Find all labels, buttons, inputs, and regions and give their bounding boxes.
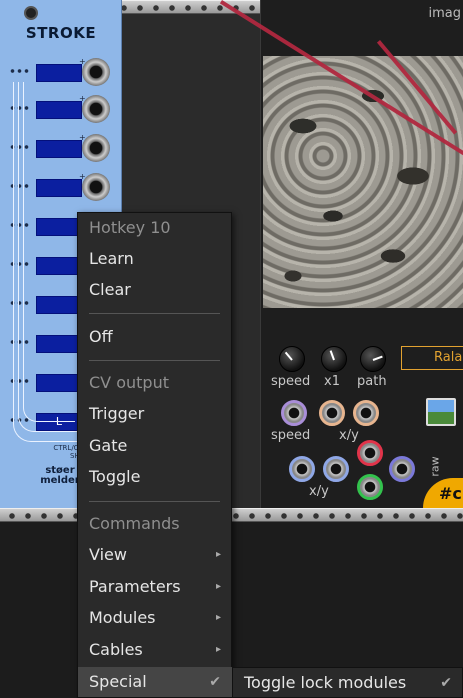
output-jack[interactable] xyxy=(82,173,110,201)
submenu-arrow-icon: ▸ xyxy=(215,549,221,560)
hotkey-row-1[interactable]: + xyxy=(0,57,122,86)
menu-item-view[interactable]: View ▸ xyxy=(78,540,233,570)
menu-item-toggle[interactable]: Toggle xyxy=(78,462,233,492)
output-jack[interactable] xyxy=(82,95,110,123)
submenu-arrow-icon: ▸ xyxy=(215,612,221,623)
check-icon: ✔ xyxy=(209,674,221,690)
speed-knob[interactable] xyxy=(279,346,305,372)
raw-label: raw xyxy=(428,456,442,477)
menu-item-trigger[interactable]: Trigger xyxy=(78,399,233,429)
path-knob-label: path xyxy=(357,374,387,389)
submenu-item-toggle-lock-modules[interactable]: Toggle lock modules ✔ xyxy=(233,668,463,698)
image-module[interactable]: imag speed x1 path Rala speed x/y x/y ra… xyxy=(260,0,463,518)
module-header-label: imag xyxy=(428,6,462,21)
speed-knob-label: speed xyxy=(271,374,311,389)
check-icon: ✔ xyxy=(440,675,452,691)
menu-item-special[interactable]: Special ✔ xyxy=(78,667,233,697)
output-jack[interactable] xyxy=(82,134,110,162)
menu-item-learn[interactable]: Learn xyxy=(78,244,233,274)
xy-jack-label: x/y xyxy=(339,428,359,443)
submenu-arrow-icon: ▸ xyxy=(215,644,221,655)
red-output-jack[interactable] xyxy=(357,440,383,466)
load-image-icon[interactable] xyxy=(426,398,456,426)
module-title: STROKE xyxy=(25,24,97,42)
x1-knob-label: x1 xyxy=(324,374,340,389)
context-menu[interactable]: Hotkey 10 Learn Clear Off CV output Trig… xyxy=(77,212,233,698)
x-output-jack[interactable] xyxy=(289,456,315,482)
menu-item-cables[interactable]: Cables ▸ xyxy=(78,635,233,665)
menu-item-modules[interactable]: Modules ▸ xyxy=(78,603,233,633)
submenu-arrow-icon: ▸ xyxy=(215,581,221,592)
menu-separator xyxy=(89,501,220,502)
menu-header-commands: Commands xyxy=(89,514,180,533)
menu-separator xyxy=(89,313,220,314)
speed-cv-jack[interactable] xyxy=(281,400,307,426)
path-knob[interactable] xyxy=(360,346,386,372)
menu-item-clear[interactable]: Clear xyxy=(78,275,233,305)
rack-workspace: STROKE + + + + L ALT CTRL/CMD SHIFT støe… xyxy=(0,0,463,698)
output-jack[interactable] xyxy=(82,58,110,86)
menu-header-hotkey: Hotkey 10 xyxy=(89,218,171,237)
menu-item-parameters[interactable]: Parameters ▸ xyxy=(78,572,233,602)
menu-separator xyxy=(89,360,220,361)
y-cv-jack[interactable] xyxy=(353,400,379,426)
speed-jack-label: speed xyxy=(271,428,311,443)
green-output-jack[interactable] xyxy=(357,474,383,500)
blue-output-jack[interactable] xyxy=(389,456,415,482)
ellipsis-icon xyxy=(9,68,31,74)
special-submenu[interactable]: Toggle lock modules ✔ xyxy=(232,667,463,698)
menu-item-gate[interactable]: Gate xyxy=(78,431,233,461)
menu-header-cv-output: CV output xyxy=(89,373,169,392)
menu-item-off[interactable]: Off xyxy=(78,322,233,352)
xy-output-label: x/y xyxy=(309,484,329,499)
mode-display[interactable]: Rala xyxy=(401,346,463,370)
x1-knob[interactable] xyxy=(321,346,347,372)
panel-screw-icon xyxy=(24,6,38,20)
image-display[interactable] xyxy=(263,56,463,308)
x-cv-jack[interactable] xyxy=(319,400,345,426)
y-output-jack[interactable] xyxy=(323,456,349,482)
hotkey-field[interactable] xyxy=(36,64,82,82)
